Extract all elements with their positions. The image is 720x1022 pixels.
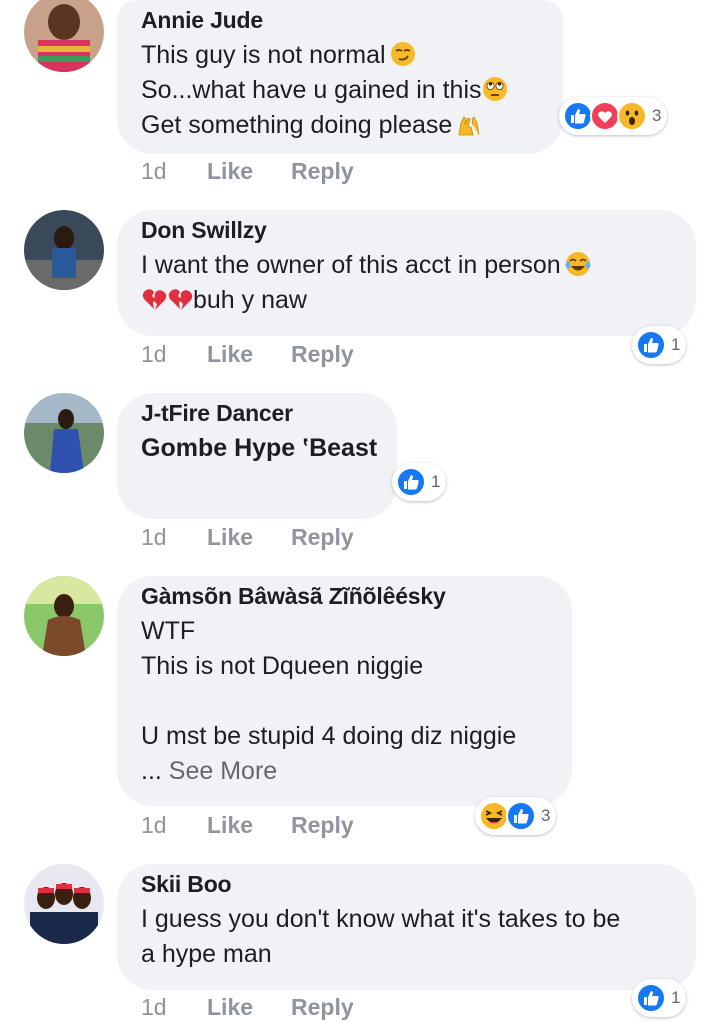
like-icon <box>396 467 426 497</box>
like-button[interactable]: Like <box>207 994 291 1021</box>
comment-author[interactable]: Annie Jude <box>141 6 539 34</box>
comment-text-line: This is not Dqueen niggie <box>141 652 424 680</box>
avatar[interactable] <box>24 393 104 473</box>
raising-hands-emoji-icon <box>456 111 482 137</box>
love-icon <box>590 101 620 131</box>
like-icon <box>636 983 666 1013</box>
reply-button[interactable]: Reply <box>291 994 354 1021</box>
comment-timestamp[interactable]: 1d <box>141 994 207 1021</box>
avatar[interactable] <box>24 576 104 656</box>
reaction-count: 3 <box>541 806 551 825</box>
comment-author[interactable]: Don Swillzy <box>141 216 672 244</box>
comment-bubble: Don Swillzy I want the owner of this acc… <box>117 210 696 336</box>
comment-timestamp[interactable]: 1d <box>141 524 207 551</box>
see-more-link[interactable]: See More <box>169 757 277 785</box>
reaction-summary[interactable]: 1 <box>632 326 687 364</box>
like-button[interactable]: Like <box>207 341 291 368</box>
eye-roll-emoji-icon <box>482 76 508 102</box>
comment-bubble: Gàmsõn Bâwàsã Zĩñõlêésky WTF This is not… <box>117 576 572 806</box>
reply-button[interactable]: Reply <box>291 341 354 368</box>
comment-actions: 1d Like Reply <box>141 524 354 551</box>
like-icon <box>506 801 536 831</box>
avatar[interactable] <box>24 864 104 944</box>
wow-icon <box>617 101 647 131</box>
comment-author[interactable]: Gàmsõn Bâwàsã Zĩñõlêésky <box>141 582 548 610</box>
comment-timestamp[interactable]: 1d <box>141 812 207 839</box>
comment-author[interactable]: J-tFire Dancer <box>141 399 373 427</box>
reaction-summary[interactable]: 1 <box>392 463 447 501</box>
haha-icon <box>479 801 509 831</box>
comment-text-line <box>141 684 548 719</box>
reaction-count: 1 <box>671 335 681 354</box>
comment-actions: 1d Like Reply <box>141 994 354 1021</box>
reaction-count: 3 <box>652 106 662 125</box>
comment-text-line: I want the owner of this acct in person <box>141 251 561 279</box>
comment-text-line: a hype man <box>141 940 272 968</box>
like-button[interactable]: Like <box>207 158 291 185</box>
comment-actions: 1d Like Reply <box>141 341 354 368</box>
comment-text-line: Gombe Hype ‛Beast <box>141 434 378 462</box>
avatar[interactable] <box>24 210 104 290</box>
avatar[interactable] <box>24 0 104 72</box>
comment-text-line: So...what have u gained in this <box>141 76 482 104</box>
reply-button[interactable]: Reply <box>291 524 354 551</box>
broken-heart-emoji-icon <box>141 286 167 312</box>
like-icon <box>636 330 666 360</box>
reaction-summary[interactable]: 3 <box>559 97 668 135</box>
like-button[interactable]: Like <box>207 524 291 551</box>
reaction-summary[interactable]: 1 <box>632 979 687 1017</box>
broken-heart-emoji-icon <box>167 286 193 312</box>
comment-timestamp[interactable]: 1d <box>141 341 207 368</box>
reaction-summary[interactable]: 3 <box>475 797 557 835</box>
comment-bubble: Skii Boo I guess you don't know what it'… <box>117 864 696 990</box>
comment-text-line: U mst be stupid 4 doing diz niggie <box>141 722 517 750</box>
comment-text-line: buh y naw <box>193 286 307 314</box>
reply-button[interactable]: Reply <box>291 812 354 839</box>
smirk-emoji-icon <box>390 41 416 67</box>
comment-text-line: WTF <box>141 617 196 645</box>
like-icon <box>563 101 593 131</box>
comment-bubble: J-tFire Dancer Gombe Hype ‛Beast <box>117 393 397 519</box>
comment-timestamp[interactable]: 1d <box>141 158 207 185</box>
reaction-count: 1 <box>431 472 441 491</box>
see-more-ellipsis: ... <box>141 757 162 785</box>
comment-text-line: This guy is not normal <box>141 41 386 69</box>
like-button[interactable]: Like <box>207 812 291 839</box>
reply-button[interactable]: Reply <box>291 158 354 185</box>
comment-bubble: Annie Jude This guy is not normal So...w… <box>117 0 563 154</box>
comment-text-line: I guess you don't know what it's takes t… <box>141 905 621 933</box>
reaction-count: 1 <box>671 988 681 1007</box>
comment-author[interactable]: Skii Boo <box>141 870 672 898</box>
comment-actions: 1d Like Reply <box>141 158 354 185</box>
comment-text-line: Get something doing please <box>141 111 453 139</box>
comment-actions: 1d Like Reply <box>141 812 354 839</box>
tears-of-joy-emoji-icon <box>565 251 591 277</box>
